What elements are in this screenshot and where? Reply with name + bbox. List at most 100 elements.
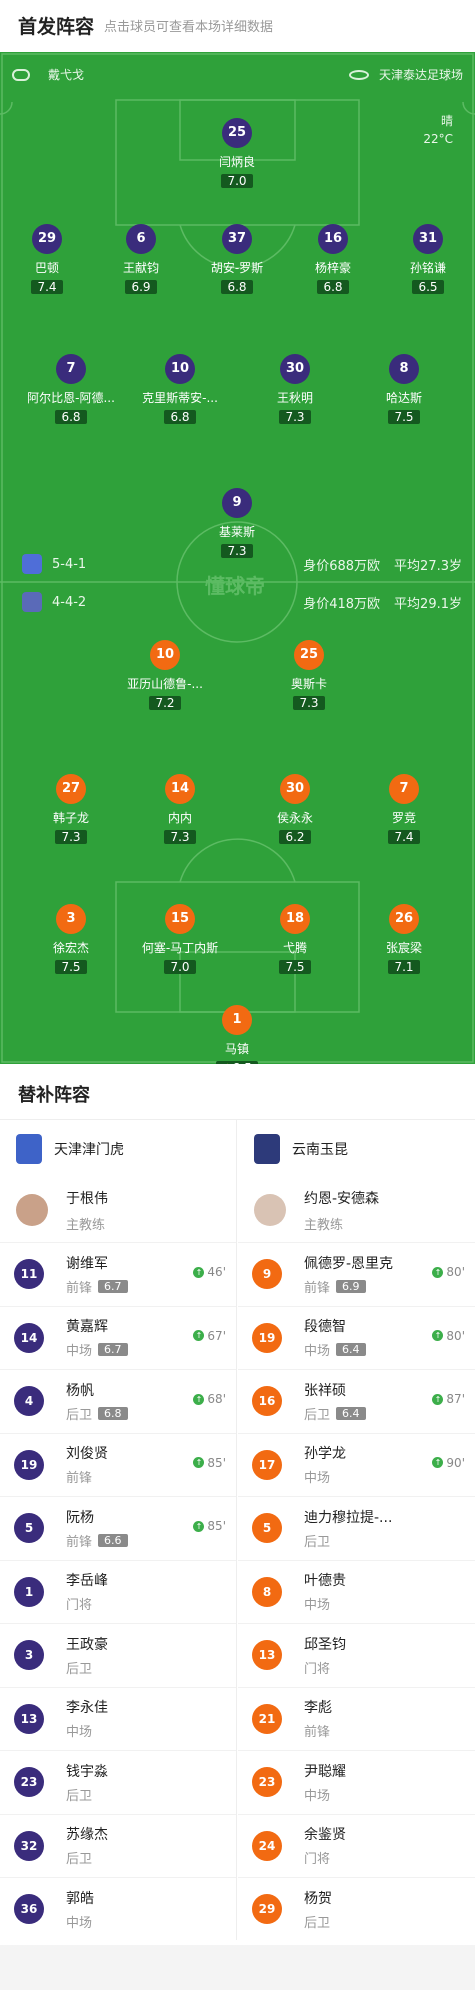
sub-player-info: 孙学龙 中场 <box>304 1443 346 1486</box>
player-number: 18 <box>280 904 310 934</box>
away-coach[interactable]: 约恩-安德森 主教练 <box>238 1178 475 1242</box>
sub-player-position-line: 中场 <box>304 1594 346 1613</box>
lineup-header: 首发阵容 点击球员可查看本场详细数据 <box>0 0 475 50</box>
player-name: 亚历山德鲁-... <box>127 677 203 691</box>
sub-player-name: 李永佳 <box>66 1700 108 1717</box>
home-player[interactable]: 31 孙铭谦 6.5 <box>378 224 475 295</box>
home-team-header[interactable]: 天津津门虎 <box>0 1120 236 1178</box>
sub-player-name: 郭皓 <box>66 1890 94 1907</box>
sub-player-row[interactable]: 29 杨贺 后卫 <box>238 1877 475 1941</box>
home-coach[interactable]: 于根伟 主教练 <box>0 1178 236 1242</box>
sub-player-position: 门将 <box>304 1661 331 1677</box>
player-number: 10 <box>150 640 180 670</box>
sub-player-row[interactable]: 9 佩德罗-恩里克 前锋 6.9 ↑ 80' <box>238 1242 475 1306</box>
sub-in-indicator: ↑ 80' <box>432 1329 465 1343</box>
sub-player-info: 苏缘杰 后卫 <box>66 1824 108 1867</box>
sub-player-row[interactable]: 16 张祥硕 后卫 6.4 ↑ 87' <box>238 1369 475 1433</box>
away-team-badge-icon <box>22 592 42 612</box>
sub-player-position: 前锋 <box>304 1725 331 1741</box>
sub-in-minute: 80' <box>446 1265 465 1279</box>
home-player[interactable]: 16 杨梓豪 6.8 <box>283 224 383 295</box>
sub-player-info: 杨帆 后卫 6.8 <box>66 1380 128 1423</box>
sub-player-row[interactable]: 1 李岳峰 门将 <box>0 1559 236 1624</box>
sub-player-row[interactable]: 24 余鉴贤 门将 <box>238 1813 475 1878</box>
home-player[interactable]: 7 阿尔比恩-阿德... 6.8 <box>21 354 121 425</box>
sub-player-info: 阮杨 前锋 6.6 <box>66 1507 128 1550</box>
player-name: 张宸梁 <box>385 941 422 955</box>
sub-player-number: 21 <box>252 1703 282 1734</box>
home-player[interactable]: 8 哈达斯 7.5 <box>354 354 454 425</box>
away-player[interactable]: 7 罗竞 7.4 <box>354 774 454 845</box>
sub-player-row[interactable]: 19 段德智 中场 6.4 ↑ 80' <box>238 1305 475 1370</box>
player-name: 王献钧 <box>122 261 159 275</box>
home-player[interactable]: 9 基莱斯 7.3 <box>187 488 287 559</box>
sub-player-position-line: 前锋 6.7 <box>66 1277 128 1296</box>
sub-player-info: 郭皓 中场 <box>66 1888 94 1931</box>
away-team-header[interactable]: 云南玉昆 <box>238 1120 475 1178</box>
away-player[interactable]: 14 内内 7.3 <box>130 774 230 845</box>
page-title: 首发阵容 <box>18 15 95 38</box>
away-player[interactable]: 26 张宸梁 7.1 <box>354 904 454 975</box>
sub-player-row[interactable]: 8 叶德贵 中场 <box>238 1559 475 1624</box>
player-number: 26 <box>389 904 419 934</box>
player-number: 31 <box>413 224 443 254</box>
away-formation: 4-4-2 <box>52 594 87 610</box>
sub-player-name: 尹聪耀 <box>304 1763 346 1780</box>
player-number: 27 <box>56 774 86 804</box>
home-player[interactable]: 10 克里斯蒂安-... 6.8 <box>130 354 230 425</box>
sub-player-row[interactable]: 21 李彪 前锋 <box>238 1686 475 1751</box>
sub-player-info: 刘俊贤 前锋 <box>66 1443 108 1486</box>
sub-player-row[interactable]: 3 王政豪 后卫 <box>0 1623 236 1687</box>
sub-player-row[interactable]: 5 迪力穆拉提-... 后卫 <box>238 1496 475 1560</box>
away-player[interactable]: 15 何塞-马丁内斯 7.0 <box>130 904 230 975</box>
home-player[interactable]: 29 巴顿 7.4 <box>0 224 97 295</box>
sub-player-row[interactable]: 14 黄嘉辉 中场 6.7 ↑ 67' <box>0 1305 236 1370</box>
sub-player-row[interactable]: 4 杨帆 后卫 6.8 ↑ 68' <box>0 1369 236 1433</box>
referee-name: 戴弋戈 <box>48 68 85 82</box>
away-player[interactable]: 10 亚历山德鲁-... 7.2 <box>115 640 215 711</box>
away-player[interactable]: 30 侯永永 6.2 <box>245 774 345 845</box>
player-name: 侯永永 <box>276 811 313 825</box>
home-player[interactable]: 30 王秋明 7.3 <box>245 354 345 425</box>
temperature-text: 22°C <box>423 132 453 146</box>
sub-player-rating: 6.7 <box>98 1279 128 1293</box>
sub-player-row[interactable]: 19 刘俊贤 前锋 ↑ 85' <box>0 1432 236 1497</box>
sub-player-info: 李岳峰 门将 <box>66 1570 108 1613</box>
sub-player-number: 19 <box>14 1449 44 1480</box>
player-name: 杨梓豪 <box>314 261 351 275</box>
sub-player-number: 13 <box>252 1640 282 1671</box>
away-player[interactable]: 1 马镇 ★8.5 <box>187 1005 287 1064</box>
away-player[interactable]: 18 弋腾 7.5 <box>245 904 345 975</box>
away-player[interactable]: 25 奥斯卡 7.3 <box>259 640 359 711</box>
sub-player-row[interactable]: 17 孙学龙 中场 ↑ 90' <box>238 1432 475 1497</box>
sub-in-arrow-icon: ↑ <box>432 1266 444 1278</box>
sub-in-minute: 68' <box>207 1392 226 1406</box>
sub-in-indicator: ↑ 67' <box>193 1329 226 1343</box>
away-player[interactable]: 3 徐宏杰 7.5 <box>21 904 121 975</box>
sub-player-row[interactable]: 32 苏缘杰 后卫 <box>0 1813 236 1878</box>
sub-player-row[interactable]: 23 钱宇淼 后卫 <box>0 1750 236 1814</box>
sub-player-info: 段德智 中场 6.4 <box>304 1316 366 1359</box>
home-player[interactable]: 6 王献钧 6.9 <box>91 224 191 295</box>
home-player[interactable]: 25 闫炳良 7.0 <box>187 118 287 189</box>
sub-player-row[interactable]: 13 邱圣钧 门将 <box>238 1623 475 1687</box>
player-number: 37 <box>222 224 252 254</box>
sub-player-row[interactable]: 11 谢维军 前锋 6.7 ↑ 46' <box>0 1242 236 1306</box>
player-name: 徐宏杰 <box>52 941 89 955</box>
sub-player-number: 13 <box>14 1703 44 1734</box>
sub-player-row[interactable]: 23 尹聪耀 中场 <box>238 1750 475 1814</box>
bottom-bar <box>0 1945 475 1990</box>
sub-player-position: 中场 <box>304 1471 331 1487</box>
sub-player-name: 王政豪 <box>66 1636 108 1653</box>
player-rating: 6.8 <box>55 410 87 424</box>
sub-player-row[interactable]: 5 阮杨 前锋 6.6 ↑ 85' <box>0 1496 236 1560</box>
sub-player-row[interactable]: 13 李永佳 中场 <box>0 1686 236 1751</box>
home-player[interactable]: 37 胡安-罗斯 6.8 <box>187 224 287 295</box>
player-rating: 7.3 <box>164 830 196 844</box>
home-value: 身价688万欧 <box>303 558 381 574</box>
away-player[interactable]: 27 韩子龙 7.3 <box>21 774 121 845</box>
player-rating: 6.8 <box>164 410 196 424</box>
rating-value: 8.5 <box>233 1061 252 1064</box>
sub-player-name: 阮杨 <box>66 1509 94 1526</box>
sub-player-row[interactable]: 36 郭皓 中场 <box>0 1877 236 1941</box>
